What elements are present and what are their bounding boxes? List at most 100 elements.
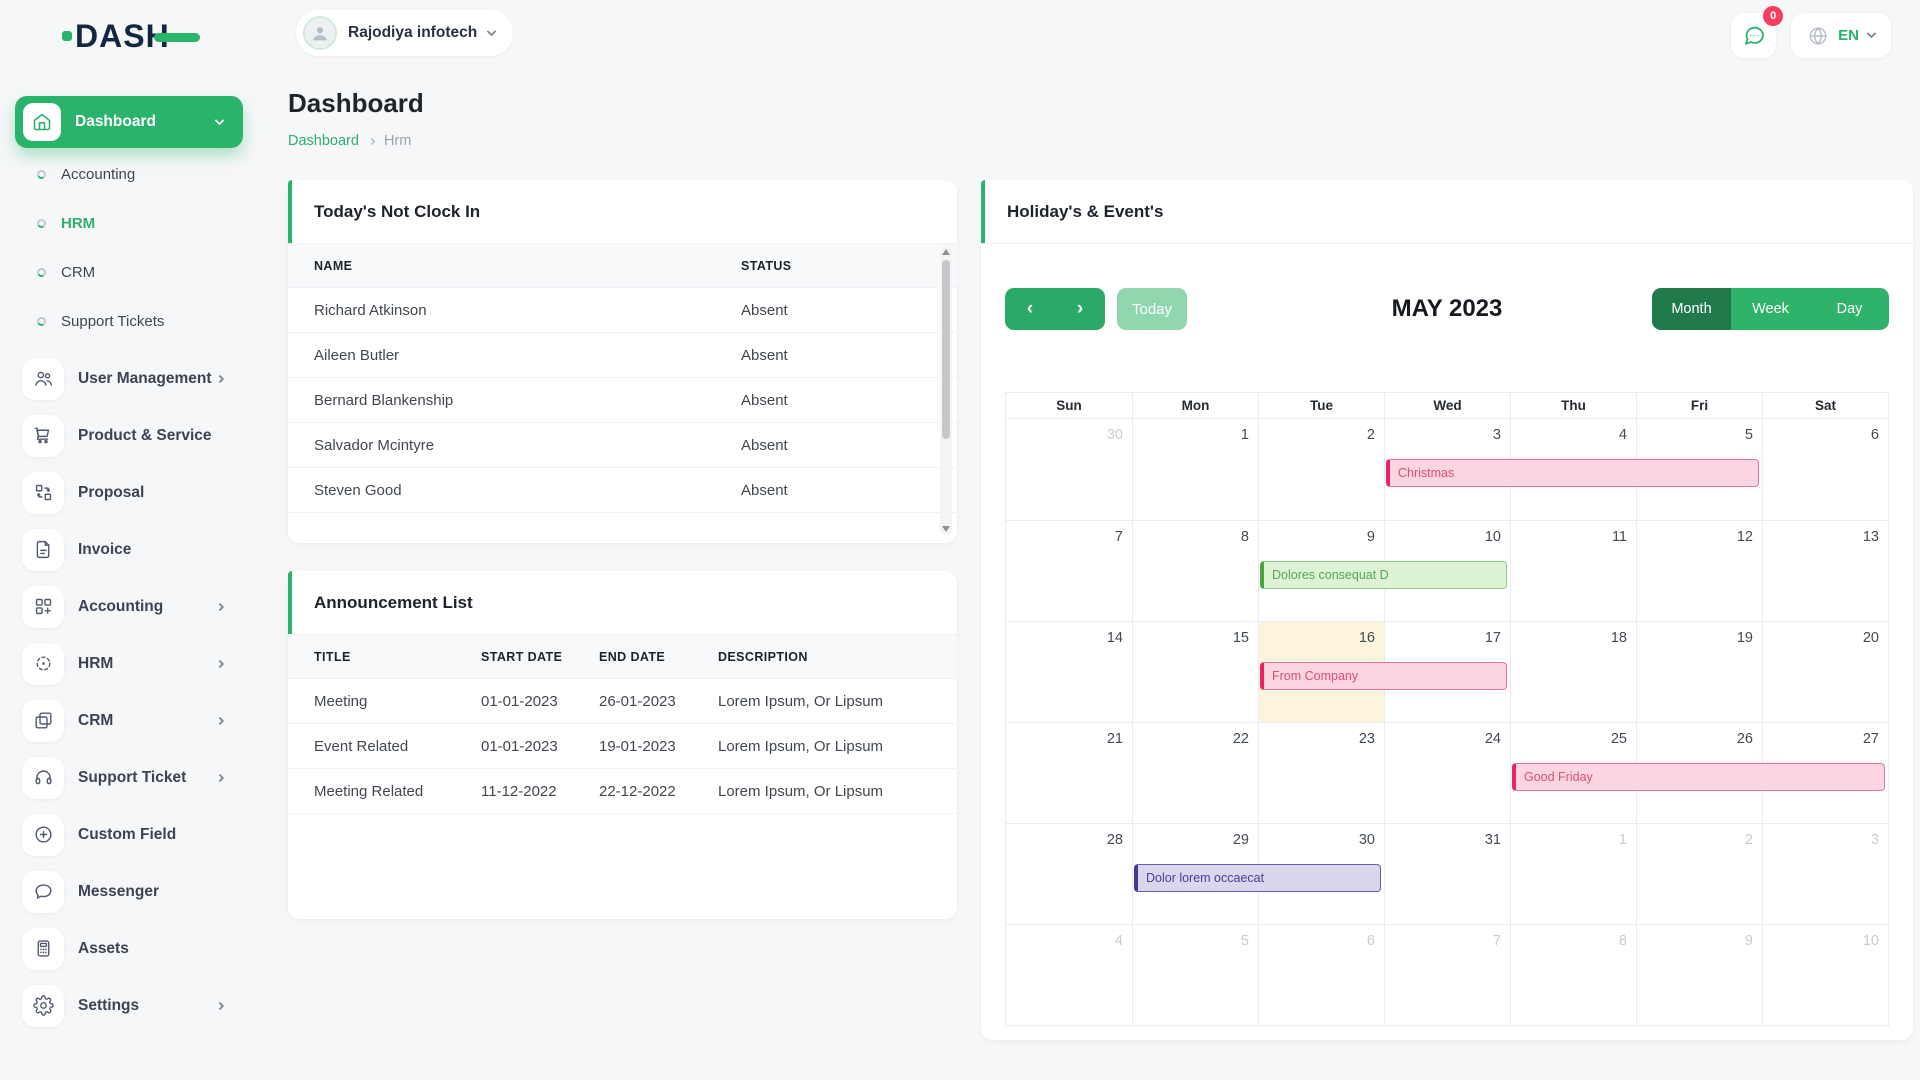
day-number: 25 <box>1611 731 1627 747</box>
calendar-day-cell[interactable]: 31 <box>1384 824 1510 924</box>
day-number: 4 <box>1115 933 1123 949</box>
calendar-day-cell[interactable]: 8 <box>1510 925 1636 1025</box>
calendar-day-cell[interactable]: 18 <box>1510 622 1636 722</box>
scrollbar-thumb[interactable] <box>942 260 950 439</box>
sidebar: Dashboard AccountingHRMCRMSupport Ticket… <box>15 96 247 1034</box>
cell-3: Lorem Ipsum, Or Lipsum <box>718 738 957 755</box>
calendar-day-headers: SunMonTueWedThuFriSat <box>1006 393 1888 419</box>
logo-dot-icon <box>62 31 72 41</box>
calendar-day-cell[interactable]: 23 <box>1258 723 1384 823</box>
calendar-day-cell[interactable]: 10 <box>1762 925 1888 1025</box>
calendar-day-cell[interactable]: 20 <box>1762 622 1888 722</box>
calendar-day-cell[interactable]: 30 <box>1006 419 1132 520</box>
calendar-event[interactable]: Christmas <box>1386 459 1759 487</box>
sidebar-item-assets[interactable]: Assets <box>15 920 247 977</box>
calendar-day-cell[interactable]: 4 <box>1006 925 1132 1025</box>
company-selector[interactable]: Rajodiya infotech <box>296 10 513 56</box>
sidebar-item-custom-field[interactable]: Custom Field <box>15 806 247 863</box>
day-number: 1 <box>1241 427 1249 443</box>
sidebar-item-proposal[interactable]: Proposal <box>15 464 247 521</box>
sidebar-item-user-management[interactable]: User Management <box>15 350 247 407</box>
day-number: 17 <box>1485 630 1501 646</box>
calendar-event[interactable]: From Company <box>1260 662 1507 690</box>
card-header: Holiday's & Event's <box>981 180 1913 244</box>
calendar-view-day[interactable]: Day <box>1810 288 1889 330</box>
calendar-day-cell[interactable]: 19 <box>1636 622 1762 722</box>
calendar-day-cell[interactable]: 15 <box>1132 622 1258 722</box>
calendar-event[interactable]: Dolor lorem occaecat <box>1134 864 1381 892</box>
calendar-day-cell[interactable]: 22 <box>1132 723 1258 823</box>
calendar-event[interactable]: Dolores consequat D <box>1260 561 1507 589</box>
sidebar-item-product-service[interactable]: Product & Service <box>15 407 247 464</box>
cell-1: 01-01-2023 <box>481 693 599 710</box>
calendar-day-cell[interactable]: 7 <box>1384 925 1510 1025</box>
calendar-day-cell[interactable]: 1 <box>1132 419 1258 520</box>
calendar-day-cell[interactable]: 2 <box>1636 824 1762 924</box>
sidebar-subitem-crm[interactable]: CRM <box>15 248 247 297</box>
card-title: Holiday's & Event's <box>1007 202 1163 222</box>
messages-button[interactable]: 0 <box>1731 13 1776 58</box>
calendar-day-cell[interactable]: 5 <box>1132 925 1258 1025</box>
calendar-day-cell[interactable]: 8 <box>1132 521 1258 621</box>
sidebar-item-dashboard[interactable]: Dashboard <box>15 96 243 148</box>
calendar-view-week[interactable]: Week <box>1731 288 1810 330</box>
sidebar-item-accounting[interactable]: Accounting <box>15 578 247 635</box>
calendar-next-button[interactable]: › <box>1055 288 1105 330</box>
cell-0: Event Related <box>314 738 481 755</box>
calendar-prev-button[interactable]: ‹ <box>1005 288 1055 330</box>
calendar-day-cell[interactable]: 7 <box>1006 521 1132 621</box>
day-header-sun: Sun <box>1006 393 1132 418</box>
calendar-day-cell[interactable]: 12 <box>1636 521 1762 621</box>
day-number: 13 <box>1863 529 1879 545</box>
chevron-down-icon <box>487 26 497 36</box>
sidebar-item-label: Product & Service <box>78 427 212 445</box>
cell-name: Bernard Blankenship <box>314 392 741 409</box>
scroll-down-arrow-icon[interactable] <box>942 526 950 532</box>
sidebar-menu: User Management Product & Service Proposal… <box>15 350 247 1034</box>
calendar-day-cell[interactable]: 6 <box>1762 419 1888 520</box>
sidebar-item-crm[interactable]: CRM <box>15 692 247 749</box>
calendar-day-cell[interactable]: 1 <box>1510 824 1636 924</box>
sidebar-item-label: Settings <box>78 997 139 1015</box>
sidebar-item-invoice[interactable]: Invoice <box>15 521 247 578</box>
day-number: 9 <box>1367 529 1375 545</box>
bullet-ring-icon <box>36 169 47 180</box>
sidebar-item-support-ticket[interactable]: Support Ticket <box>15 749 247 806</box>
calendar-day-cell[interactable]: 24 <box>1384 723 1510 823</box>
brand-logo[interactable]: DASH <box>62 16 200 56</box>
announcement-card: Announcement List TITLE START DATE END D… <box>288 571 957 919</box>
sidebar-subitem-hrm[interactable]: HRM <box>15 199 247 248</box>
calendar-day-cell[interactable]: 13 <box>1762 521 1888 621</box>
calendar-day-cell[interactable]: 2 <box>1258 419 1384 520</box>
calendar-today-button[interactable]: Today <box>1117 288 1187 330</box>
breadcrumb-link-dashboard[interactable]: Dashboard <box>288 133 359 149</box>
scrollbar[interactable] <box>940 246 952 535</box>
day-header-mon: Mon <box>1132 393 1258 418</box>
calendar-day-cell[interactable]: 28 <box>1006 824 1132 924</box>
day-number: 1 <box>1619 832 1627 848</box>
table-row: Meeting Related11-12-202222-12-2022Lorem… <box>288 769 957 814</box>
day-number: 21 <box>1107 731 1123 747</box>
calendar-day-cell[interactable]: 6 <box>1258 925 1384 1025</box>
sidebar-item-hrm[interactable]: HRM <box>15 635 247 692</box>
sidebar-item-label: Invoice <box>78 541 131 559</box>
chevron-right-icon <box>216 659 224 667</box>
calendar-day-cell[interactable]: 21 <box>1006 723 1132 823</box>
language-selector[interactable]: EN <box>1791 13 1891 58</box>
calendar-view-month[interactable]: Month <box>1652 288 1731 330</box>
calendar-day-cell[interactable]: 9 <box>1636 925 1762 1025</box>
calendar-day-cell[interactable]: 14 <box>1006 622 1132 722</box>
logo-dash-icon <box>154 33 200 42</box>
sidebar-subitem-support-tickets[interactable]: Support Tickets <box>15 297 247 346</box>
calendar-event[interactable]: Good Friday <box>1512 763 1885 791</box>
calendar-day-cell[interactable]: 3 <box>1762 824 1888 924</box>
sidebar-item-messenger[interactable]: Messenger <box>15 863 247 920</box>
column-header-end-date: END DATE <box>599 650 718 664</box>
scroll-up-arrow-icon[interactable] <box>942 249 950 255</box>
calendar-day-cell[interactable]: 11 <box>1510 521 1636 621</box>
chevron-down-icon <box>215 115 225 125</box>
sidebar-subitem-accounting[interactable]: Accounting <box>15 150 247 199</box>
sidebar-item-settings[interactable]: Settings <box>15 977 247 1034</box>
event-label: From Company <box>1272 669 1358 683</box>
day-number: 2 <box>1745 832 1753 848</box>
